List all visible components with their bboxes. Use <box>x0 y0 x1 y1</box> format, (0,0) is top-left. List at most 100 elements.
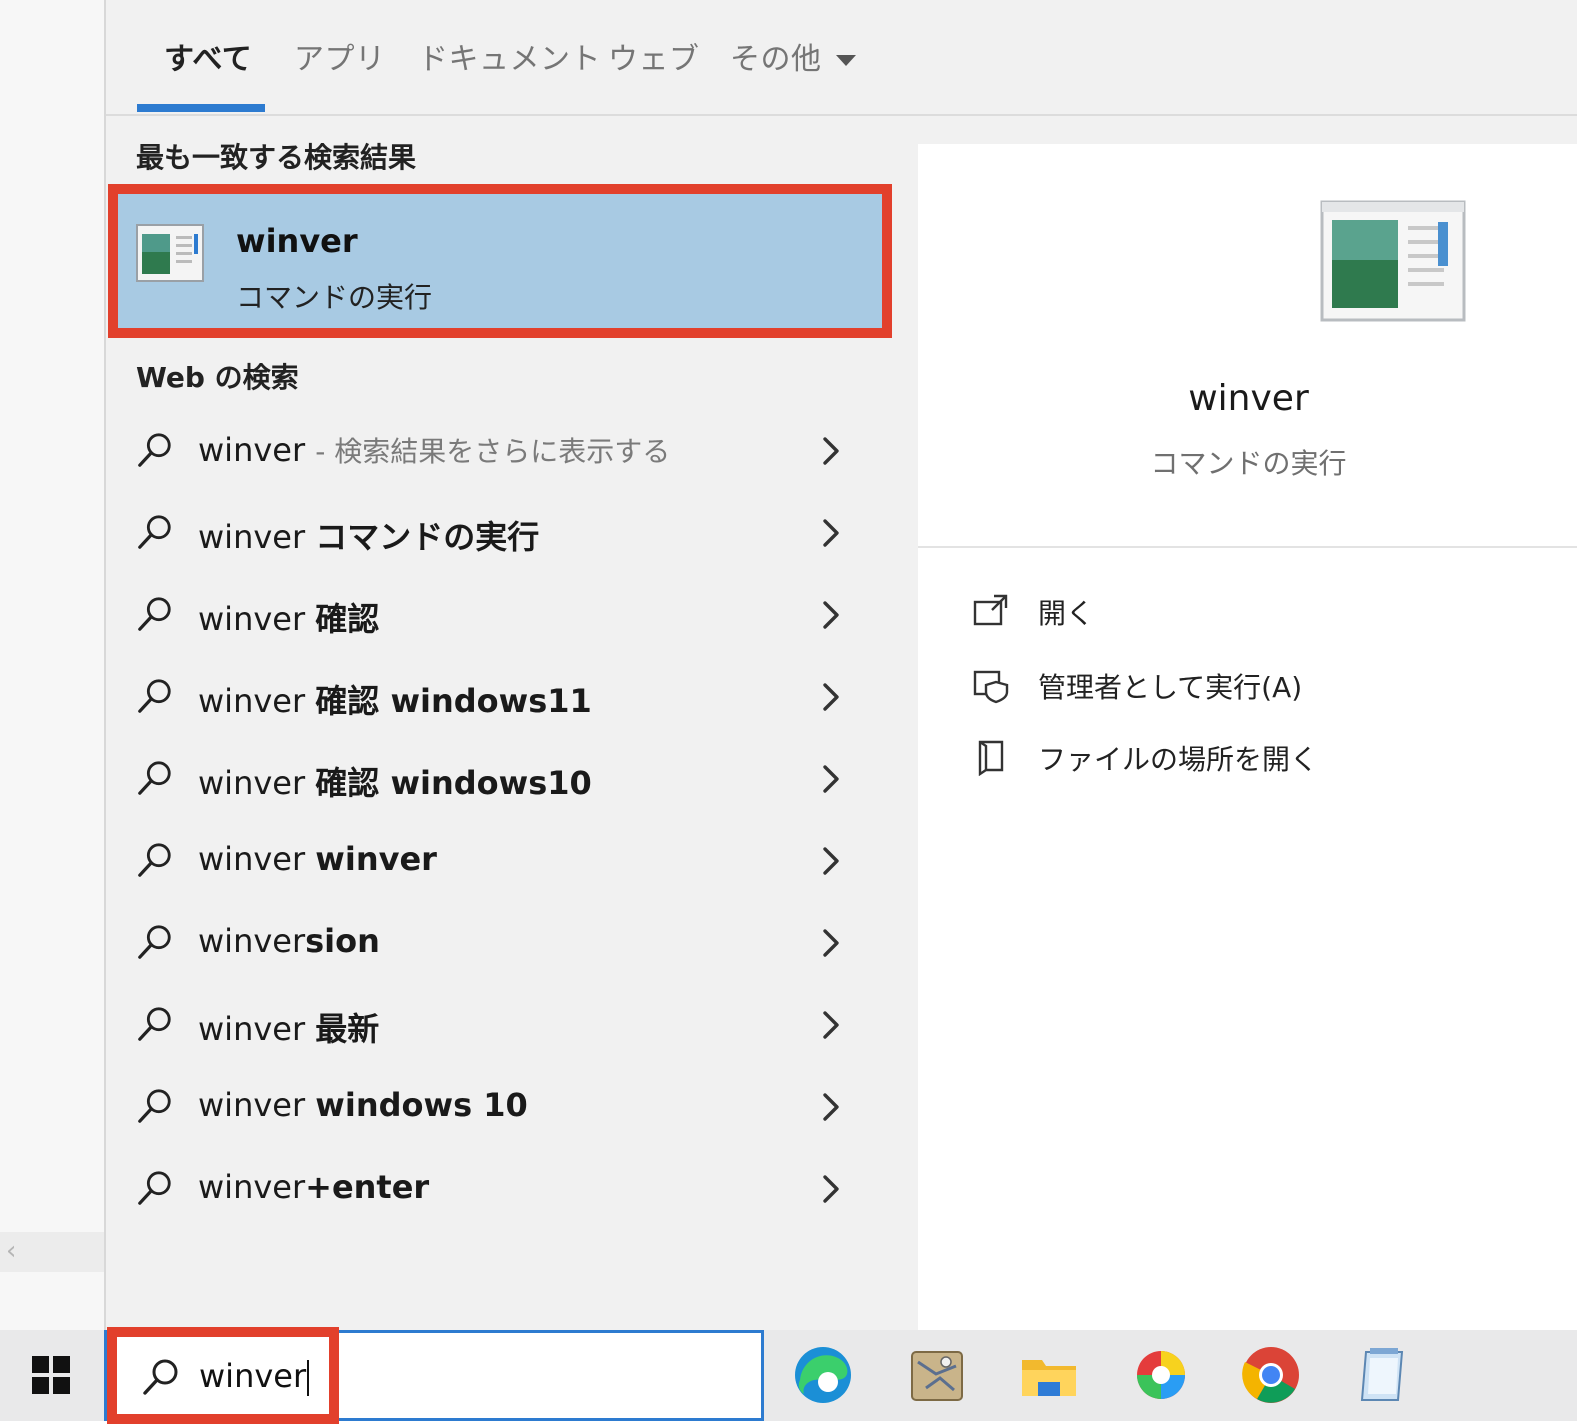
row-suggestion: 確認 <box>315 600 380 638</box>
row-suggestion: 確認 windows10 <box>315 764 592 802</box>
maps-icon[interactable] <box>906 1344 968 1406</box>
web-search-row[interactable]: winver windows 10 <box>106 1066 918 1148</box>
web-search-row-text: winver 確認 <box>198 594 379 640</box>
open-icon <box>973 594 1008 626</box>
search-input[interactable]: winver <box>199 1357 310 1396</box>
row-suggestion: 最新 <box>315 1010 380 1048</box>
search-icon <box>138 515 171 549</box>
search-input-value: winver <box>199 1357 307 1395</box>
color-wheel-icon[interactable] <box>1130 1344 1192 1406</box>
text-cursor <box>307 1360 310 1396</box>
search-icon <box>138 433 171 467</box>
tab-all[interactable]: すべて <box>164 34 252 78</box>
row-query: winver <box>198 840 306 878</box>
web-search-row[interactable]: winver+enter <box>106 1148 918 1230</box>
row-suggestion: sion <box>305 922 380 960</box>
edge-icon[interactable] <box>792 1344 854 1406</box>
taskbar: winver <box>0 1327 1577 1424</box>
web-search-row-text: winversion <box>198 922 380 960</box>
chevron-right-icon <box>823 765 839 793</box>
web-search-row[interactable]: winver コマンドの実行 <box>106 492 918 574</box>
run-as-admin-action[interactable]: 管理者として実行(A) <box>972 660 1492 710</box>
web-search-row-text: winver+enter <box>198 1168 429 1206</box>
search-tabs: すべて アプリ ドキュメント ウェブ その他 <box>106 0 1577 116</box>
taskbar-search-box[interactable]: winver <box>104 1327 764 1424</box>
file-location-label: ファイルの場所を開く <box>1038 743 1319 776</box>
tab-apps[interactable]: アプリ <box>294 34 386 78</box>
row-more-results: - 検索結果をさらに表示する <box>315 435 671 468</box>
search-panel: すべて アプリ ドキュメント ウェブ その他 最も一致する検索結果 winver… <box>104 0 1577 1330</box>
search-icon <box>138 1007 171 1041</box>
winver-app-icon <box>136 224 204 282</box>
windows-start-icon[interactable] <box>32 1356 70 1394</box>
chevron-right-icon <box>823 847 839 875</box>
row-suggestion: +enter <box>305 1168 430 1206</box>
chevron-right-icon <box>823 1011 839 1039</box>
active-tab-indicator <box>137 104 265 112</box>
row-query: winver <box>198 1168 306 1206</box>
chrome-icon[interactable] <box>1240 1344 1302 1406</box>
row-suggestion: 確認 windows11 <box>315 682 592 720</box>
best-match-name: winver <box>236 222 358 260</box>
preview-divider <box>918 546 1577 548</box>
row-query: winver <box>198 600 306 638</box>
best-match-heading: 最も一致する検索結果 <box>136 141 417 174</box>
open-action[interactable]: 開く <box>972 586 1492 636</box>
tab-more[interactable]: その他 <box>730 34 856 78</box>
tab-web[interactable]: ウェブ <box>608 34 700 78</box>
web-search-heading: Web の検索 <box>136 361 299 394</box>
best-match-subtitle: コマンドの実行 <box>236 281 433 314</box>
row-query: winver <box>198 431 306 469</box>
chevron-right-icon <box>823 929 839 957</box>
search-icon <box>138 1089 171 1123</box>
row-suggestion: winver <box>315 840 437 878</box>
chevron-right-icon <box>823 1175 839 1203</box>
web-search-row[interactable]: winver 確認 windows11 <box>106 656 918 738</box>
row-query: winver <box>198 1086 306 1124</box>
chevron-right-icon <box>823 683 839 711</box>
web-search-row-text: winver 確認 windows11 <box>198 676 592 722</box>
file-location-action[interactable]: ファイルの場所を開く <box>972 732 1492 782</box>
desktop-background <box>0 0 104 1330</box>
chevron-right-icon <box>823 601 839 629</box>
row-suggestion: コマンドの実行 <box>315 518 540 556</box>
row-query: winver <box>198 518 306 556</box>
desktop-scroll-area[interactable]: ‹ <box>0 1232 104 1272</box>
web-search-row-text: winver 確認 windows10 <box>198 758 592 804</box>
row-query: winver <box>198 922 306 960</box>
file-location-icon <box>978 740 1004 776</box>
web-search-row[interactable]: winver 確認 windows10 <box>106 738 918 820</box>
row-suggestion: windows 10 <box>315 1086 528 1124</box>
web-search-row[interactable]: winversion <box>106 902 918 984</box>
winver-large-icon <box>1320 200 1466 322</box>
search-icon <box>138 597 171 631</box>
row-query: winver <box>198 682 306 720</box>
open-action-label: 開く <box>1038 597 1095 630</box>
notepad-icon[interactable] <box>1352 1344 1414 1406</box>
search-icon <box>138 679 171 713</box>
web-search-row[interactable]: winver - 検索結果をさらに表示する <box>106 410 918 492</box>
web-search-row[interactable]: winver 最新 <box>106 984 918 1066</box>
chevron-right-icon <box>823 437 839 465</box>
web-search-row[interactable]: winver 確認 <box>106 574 918 656</box>
caret-down-icon <box>835 55 856 66</box>
file-explorer-icon[interactable] <box>1018 1344 1080 1406</box>
web-search-row-text: winver 最新 <box>198 1004 379 1050</box>
row-query: winver <box>198 1010 306 1048</box>
web-search-row[interactable]: winver winver <box>106 820 918 902</box>
run-as-admin-label: 管理者として実行(A) <box>1038 671 1303 704</box>
search-icon <box>138 925 171 959</box>
preview-pane: winver コマンドの実行 開く 管理者として実行(A) ファイルの場所を開く <box>918 144 1577 1330</box>
run-as-admin-icon <box>973 670 1009 704</box>
search-icon <box>138 1171 171 1205</box>
search-icon <box>143 1359 178 1395</box>
best-match-item[interactable]: winver コマンドの実行 <box>108 184 892 338</box>
tab-documents[interactable]: ドキュメント <box>418 34 601 78</box>
scroll-left-icon[interactable]: ‹ <box>6 1236 16 1266</box>
chevron-right-icon <box>823 519 839 547</box>
web-search-row-text: winver コマンドの実行 <box>198 512 539 558</box>
web-search-row-text: winver winver <box>198 840 437 878</box>
preview-app-name: winver <box>1188 378 1309 419</box>
row-query: winver <box>198 764 306 802</box>
search-icon <box>138 843 171 877</box>
